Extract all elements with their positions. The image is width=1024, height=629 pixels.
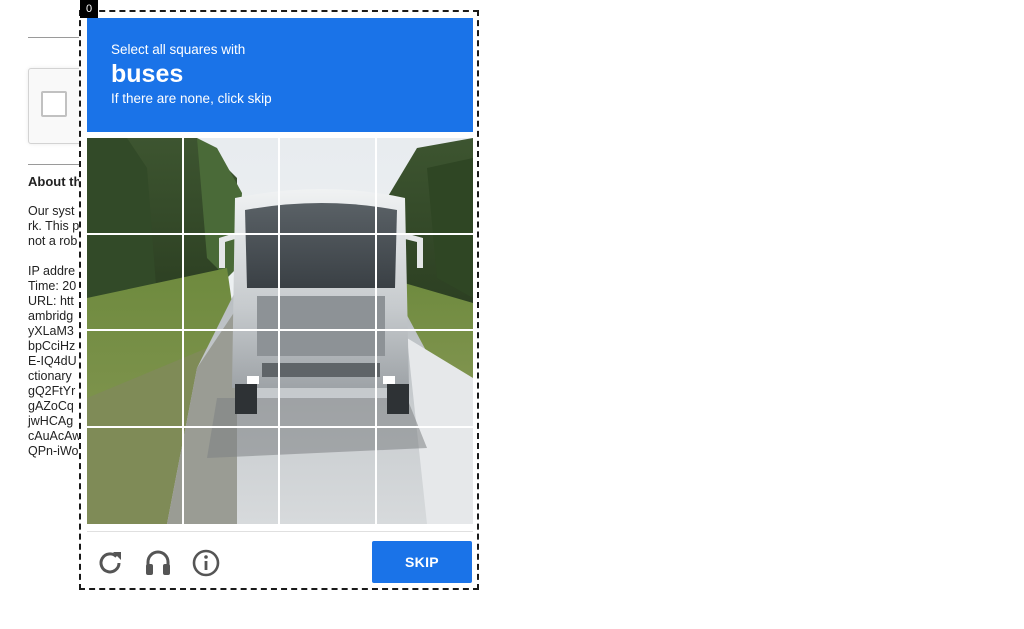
image-tile-r4-c2[interactable] xyxy=(184,427,280,524)
image-tile-r3-c1[interactable] xyxy=(87,331,184,428)
headphones-icon xyxy=(146,550,170,575)
image-tile-r1-c4[interactable] xyxy=(376,138,473,235)
image-tile-grid xyxy=(87,138,473,524)
tile-overlay xyxy=(87,138,473,524)
challenge-header: Select all squares with buses If there a… xyxy=(87,18,473,132)
about-heading: About th xyxy=(28,174,82,189)
about-text-line: Our syst xyxy=(28,204,75,218)
image-tile-r4-c1[interactable] xyxy=(87,427,184,524)
image-tile-r2-c1[interactable] xyxy=(87,234,184,331)
about-text-line: cAuAcAw xyxy=(28,429,82,443)
about-text-block: Our syst rk. This p not a rob IP addre Time:… xyxy=(28,204,81,459)
about-text-line: gAZoCq xyxy=(28,399,74,413)
info-button[interactable] xyxy=(189,546,223,580)
image-tile-r3-c3[interactable] xyxy=(280,331,377,428)
about-text-line: QPn-iWo xyxy=(28,444,79,458)
audio-challenge-button[interactable] xyxy=(141,546,175,580)
about-text-line: not a rob xyxy=(28,234,78,248)
frame-index-badge: 0 xyxy=(80,0,98,18)
about-text-line: gQ2FtYr xyxy=(28,384,76,398)
image-tile-r3-c2[interactable] xyxy=(183,331,280,428)
reload-button[interactable] xyxy=(93,546,127,580)
image-tile-r1-c3[interactable] xyxy=(280,138,377,235)
instruction-suffix: If there are none, click skip xyxy=(111,91,272,106)
image-tile-r2-c4[interactable] xyxy=(376,235,473,331)
about-text-line: ctionary xyxy=(28,369,72,383)
about-text-line: E-IQ4dU xyxy=(28,354,77,368)
image-tile-r1-c2[interactable] xyxy=(183,138,280,235)
about-text-line: jwHCAg xyxy=(28,414,74,428)
about-text-line: yXLaM3 xyxy=(28,324,74,338)
about-text-line xyxy=(28,249,81,264)
image-tile-r2-c2[interactable] xyxy=(183,234,280,331)
image-tile-r1-c1[interactable] xyxy=(87,138,184,235)
footer-divider xyxy=(87,531,473,532)
image-tile-r4-c4[interactable] xyxy=(377,428,474,525)
about-text-line: rk. This p xyxy=(28,219,80,233)
instruction-prefix: Select all squares with xyxy=(111,42,246,57)
reload-icon xyxy=(99,552,121,574)
image-tile-r4-c3[interactable] xyxy=(280,427,377,524)
recaptcha-checkbox[interactable] xyxy=(41,91,67,117)
about-text-line: IP addre xyxy=(28,264,76,278)
image-tile-r2-c3[interactable] xyxy=(280,234,377,331)
image-tile-r3-c4[interactable] xyxy=(376,331,473,428)
info-icon xyxy=(192,549,220,577)
about-text-line: bpCciHz xyxy=(28,339,76,353)
target-object: buses xyxy=(111,60,184,88)
skip-button[interactable]: SKIP xyxy=(372,541,472,583)
about-text-line: ambridg xyxy=(28,309,74,323)
about-text-line: Time: 20 xyxy=(28,279,77,293)
about-text-line: URL: htt xyxy=(28,294,74,308)
